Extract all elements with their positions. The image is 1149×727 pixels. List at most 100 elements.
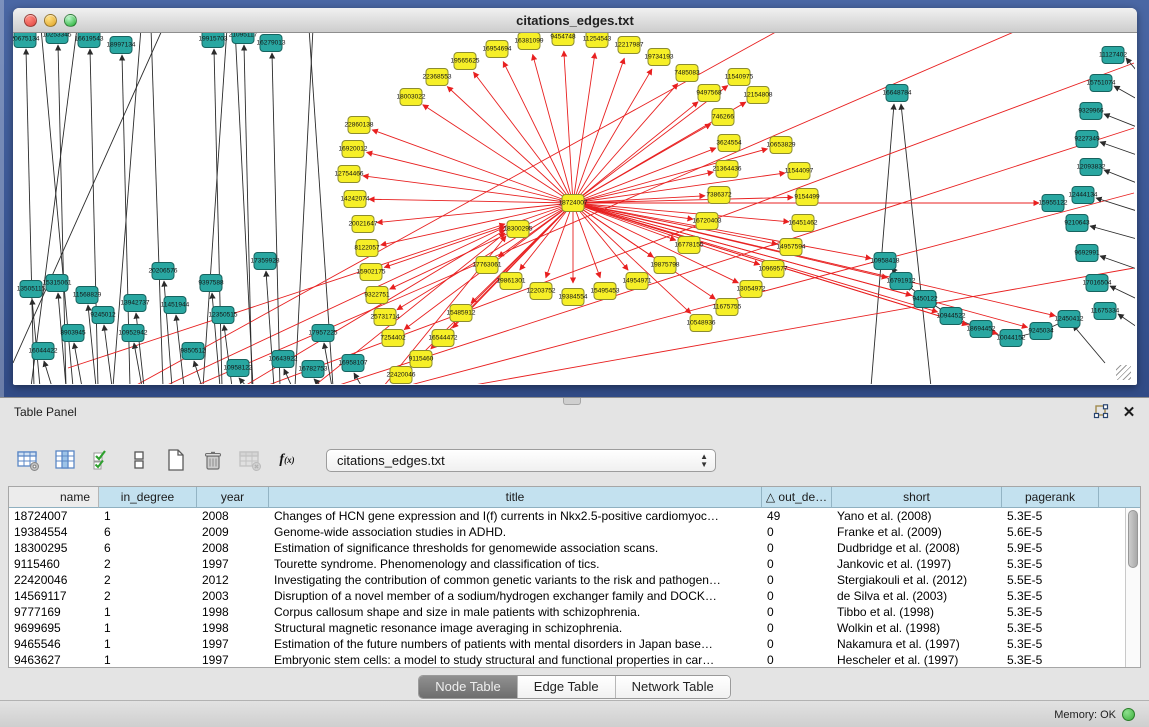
- table-cell[interactable]: 2: [99, 588, 197, 604]
- network-node[interactable]: 16279013: [257, 35, 286, 52]
- column-header-spacer[interactable]: [1099, 487, 1140, 508]
- table-cell[interactable]: 1: [99, 636, 197, 652]
- table-cell[interactable]: 2009: [197, 524, 269, 540]
- network-node[interactable]: 16782753: [299, 361, 328, 378]
- network-node[interactable]: 10653829: [767, 137, 796, 154]
- table-cell[interactable]: 9463627: [9, 652, 99, 668]
- network-node[interactable]: 11544097: [785, 163, 814, 180]
- table-cell[interactable]: 0: [762, 588, 832, 604]
- delete-columns-button[interactable]: [199, 446, 227, 474]
- network-node[interactable]: 17016504: [1083, 275, 1112, 292]
- network-node[interactable]: 14242074: [341, 191, 370, 208]
- network-node[interactable]: 13942737: [121, 295, 150, 312]
- vertical-scrollbar[interactable]: [1125, 508, 1140, 667]
- table-cell[interactable]: Wolkin et al. (1998): [832, 620, 1002, 636]
- network-node[interactable]: 25731714: [371, 309, 400, 326]
- network-node[interactable]: 16544472: [429, 330, 458, 347]
- network-node[interactable]: 746266: [712, 109, 734, 126]
- network-node[interactable]: 12093832: [1077, 159, 1106, 176]
- network-node[interactable]: 11540975: [725, 69, 754, 86]
- table-cell[interactable]: 5.3E-5: [1002, 604, 1099, 620]
- table-cell[interactable]: de Silva et al. (2003): [832, 588, 1002, 604]
- column-header-year[interactable]: year: [197, 487, 269, 508]
- network-node[interactable]: 9154499: [794, 189, 820, 206]
- network-node[interactable]: 9115460: [409, 351, 434, 368]
- table-mode-button[interactable]: [14, 446, 42, 474]
- network-node[interactable]: 11127402: [1099, 47, 1127, 64]
- table-cell[interactable]: Tourette syndrome. Phenomenology and cla…: [269, 556, 762, 572]
- table-row[interactable]: 946362711997Embryonic stem cells: a mode…: [9, 652, 1140, 668]
- table-cell[interactable]: Structural magnetic resonance image aver…: [269, 620, 762, 636]
- network-node[interactable]: 17763061: [473, 257, 502, 274]
- network-node[interactable]: 9692991: [1074, 245, 1100, 262]
- table-row[interactable]: 2242004622012Investigating the contribut…: [9, 572, 1140, 588]
- table-cell[interactable]: Corpus callosum shape and size in male p…: [269, 604, 762, 620]
- table-cell[interactable]: Estimation of the future numbers of pati…: [269, 636, 762, 652]
- table-cell[interactable]: Embryonic stem cells: a model to study s…: [269, 652, 762, 668]
- network-node[interactable]: 10643922: [269, 351, 298, 368]
- table-cell[interactable]: 0: [762, 636, 832, 652]
- table-cell[interactable]: 6: [99, 524, 197, 540]
- network-node[interactable]: 20675134: [13, 33, 40, 48]
- delete-table-button[interactable]: [236, 446, 264, 474]
- column-header-out_de[interactable]: △ out_de…: [762, 487, 832, 508]
- network-node[interactable]: 10253345: [43, 33, 72, 44]
- table-cell[interactable]: 22420046: [9, 572, 99, 588]
- network-node[interactable]: 20206576: [149, 263, 178, 280]
- network-node[interactable]: 16778155: [675, 237, 704, 254]
- network-node[interactable]: 10969577: [759, 261, 788, 278]
- table-cell[interactable]: 5.3E-5: [1002, 652, 1099, 668]
- network-node[interactable]: 11254543: [583, 33, 612, 48]
- network-node[interactable]: 18724007: [559, 195, 588, 212]
- table-cell[interactable]: 1998: [197, 604, 269, 620]
- table-cell[interactable]: 1998: [197, 620, 269, 636]
- table-cell[interactable]: Jankovic et al. (1997): [832, 556, 1002, 572]
- network-node[interactable]: 7485083: [674, 65, 700, 82]
- network-node[interactable]: 15902175: [357, 264, 386, 281]
- table-cell[interactable]: 5.3E-5: [1002, 620, 1099, 636]
- network-node[interactable]: 9397588: [198, 275, 224, 292]
- table-cell[interactable]: 6: [99, 540, 197, 556]
- network-node[interactable]: 19734193: [645, 49, 674, 66]
- table-cell[interactable]: Hescheler et al. (1997): [832, 652, 1002, 668]
- table-row[interactable]: 969969511998Structural magnetic resonanc…: [9, 620, 1140, 636]
- network-node[interactable]: 10548936: [687, 315, 716, 332]
- network-node[interactable]: 12217987: [615, 37, 644, 54]
- table-cell[interactable]: 0: [762, 604, 832, 620]
- network-node[interactable]: 9245012: [90, 307, 116, 324]
- table-row[interactable]: 1872400712008Changes of HCN gene express…: [9, 508, 1140, 524]
- table-cell[interactable]: 9777169: [9, 604, 99, 620]
- scrollbar-thumb[interactable]: [1128, 510, 1138, 568]
- table-cell[interactable]: Disruption of a novel member of a sodium…: [269, 588, 762, 604]
- new-column-button[interactable]: [162, 446, 190, 474]
- table-cell[interactable]: Stergiakouli et al. (2012): [832, 572, 1002, 588]
- table-cell[interactable]: 0: [762, 556, 832, 572]
- network-node[interactable]: 19875798: [651, 257, 680, 274]
- network-node[interactable]: 9329966: [1078, 103, 1104, 120]
- network-node[interactable]: 16619543: [75, 33, 104, 48]
- network-node[interactable]: 10944522: [937, 308, 966, 325]
- network-node[interactable]: 15955122: [1039, 195, 1068, 212]
- network-node[interactable]: 16954694: [483, 41, 512, 58]
- network-node[interactable]: 12754466: [335, 166, 364, 183]
- network-node[interactable]: 12444134: [1069, 187, 1098, 204]
- table-select-dropdown[interactable]: citations_edges.txt ▲▼: [326, 449, 716, 472]
- column-header-name[interactable]: name: [9, 487, 99, 508]
- table-cell[interactable]: 5.3E-5: [1002, 508, 1099, 524]
- network-node[interactable]: 16720403: [693, 213, 722, 230]
- column-header-short[interactable]: short: [832, 487, 1002, 508]
- table-cell[interactable]: 5.3E-5: [1002, 636, 1099, 652]
- float-panel-button[interactable]: [1093, 404, 1109, 420]
- row-height-button[interactable]: [125, 446, 153, 474]
- network-node[interactable]: 19565625: [451, 53, 480, 70]
- network-canvas[interactable]: 2286013816920012127544661424207420021647…: [13, 33, 1135, 384]
- table-cell[interactable]: Tibbo et al. (1998): [832, 604, 1002, 620]
- network-node[interactable]: 19861301: [497, 273, 526, 290]
- network-node[interactable]: 14957594: [777, 239, 806, 256]
- network-node[interactable]: 12450412: [1055, 311, 1084, 328]
- network-node[interactable]: 16381099: [515, 33, 544, 50]
- show-columns-button[interactable]: [51, 446, 79, 474]
- network-node[interactable]: 15485912: [447, 305, 476, 322]
- network-node[interactable]: 18997134: [107, 37, 136, 54]
- network-node[interactable]: 16648784: [883, 85, 912, 102]
